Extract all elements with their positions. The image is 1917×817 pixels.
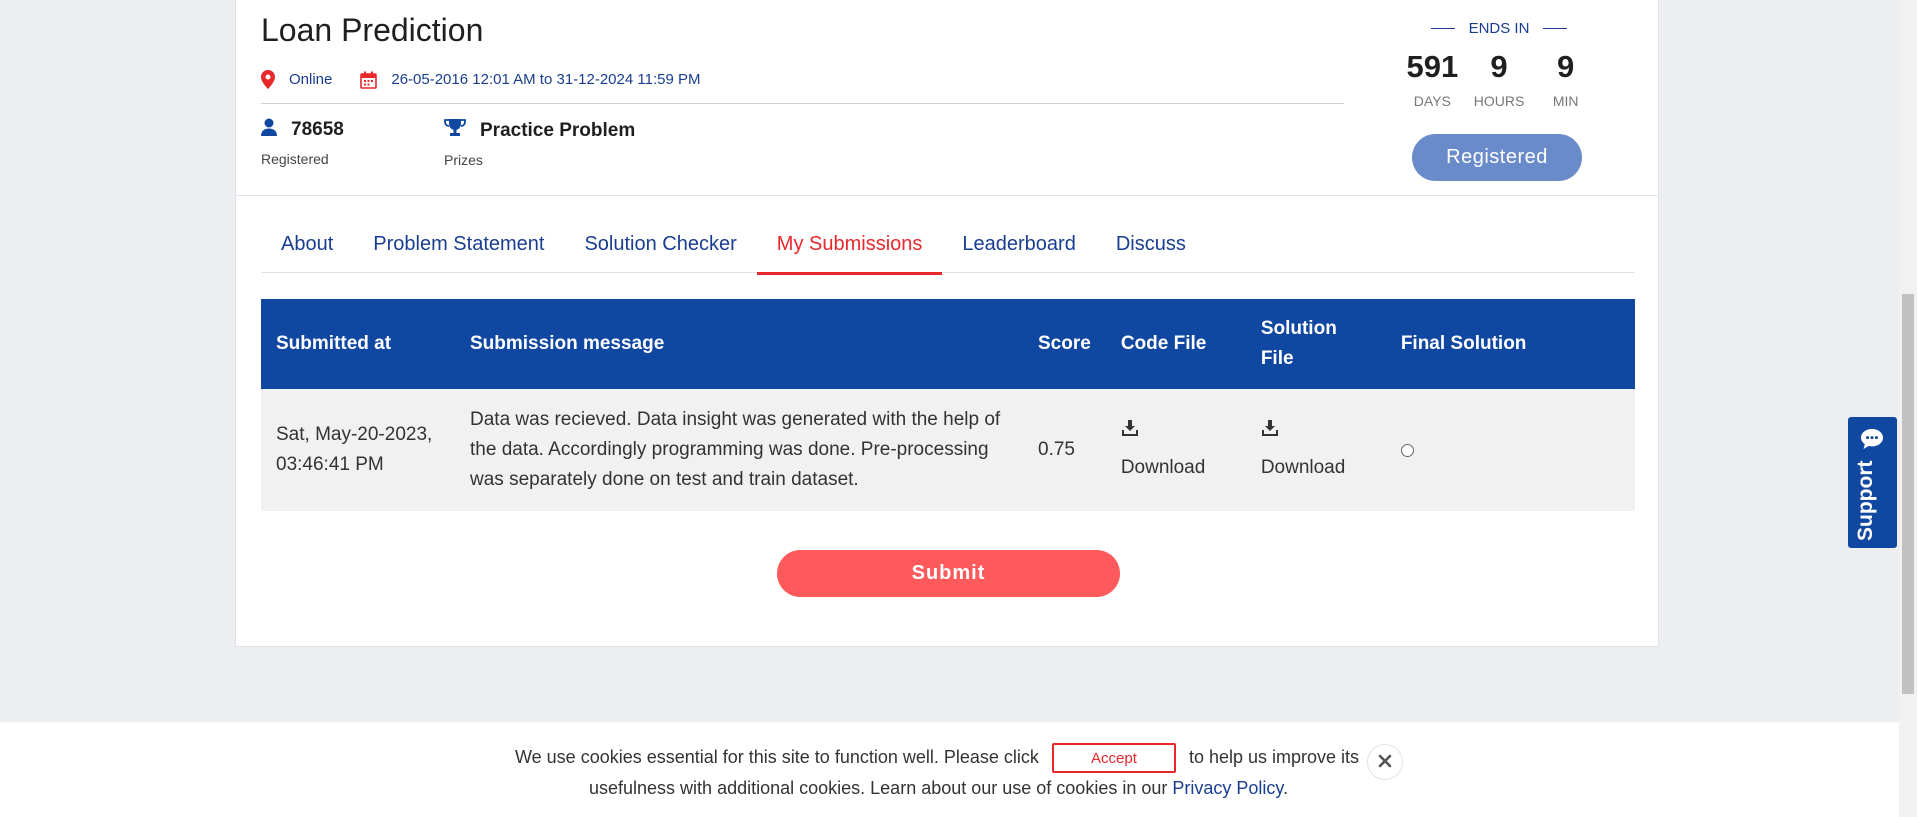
close-icon (1378, 752, 1392, 773)
download-label: Download (1120, 457, 1206, 478)
location-pin-icon (261, 70, 275, 89)
countdown: ENDS IN 591 DAYS 9 HOURS 9 MIN (1399, 20, 1599, 109)
code-file-download-link[interactable]: Download (1121, 417, 1231, 483)
col-solution-file: Solution File (1245, 299, 1386, 389)
countdown-dash-right (1543, 28, 1568, 29)
col-final-solution: Final Solution (1385, 299, 1635, 389)
message-cell: Data was recieved. Data insight was gene… (455, 389, 1023, 511)
support-label: Support (1854, 460, 1877, 541)
tab-problem-statement[interactable]: Problem Statement (353, 227, 564, 265)
support-widget[interactable]: Support (1848, 417, 1897, 548)
countdown-days: 591 DAYS (1406, 49, 1459, 109)
registered-button[interactable]: Registered (1412, 134, 1582, 181)
registered-label: Registered (261, 151, 329, 167)
code-file-cell: Download (1105, 389, 1246, 511)
calendar-icon (360, 71, 378, 89)
col-submission-message: Submission message (455, 299, 1023, 389)
tab-my-submissions[interactable]: My Submissions (756, 227, 943, 275)
page-title: Loan Prediction (261, 12, 484, 48)
accept-cookies-button[interactable]: Accept (1051, 743, 1176, 774)
solution-file-cell: Download (1245, 389, 1386, 511)
registered-count: 78658 (291, 119, 344, 140)
tab-bar: About Problem Statement Solution Checker… (261, 227, 1635, 275)
tab-leaderboard[interactable]: Leaderboard (942, 227, 1095, 265)
contest-meta: Online 26-05-2016 12:01 AM to 31-12-2024… (261, 70, 700, 89)
final-solution-radio[interactable] (1400, 443, 1414, 457)
countdown-hours: 9 HOURS (1473, 49, 1525, 109)
contest-card: Loan Prediction Online 26-05-2016 12:01 … (235, 0, 1659, 647)
close-cookie-button[interactable] (1367, 744, 1403, 780)
prize-label: Prizes (444, 152, 483, 168)
cookie-banner: We use cookies essential for this site t… (0, 722, 1899, 817)
submissions-table: Submitted at Submission message Score Co… (261, 299, 1635, 511)
score-cell: 0.75 (1023, 389, 1106, 511)
solution-file-download-link[interactable]: Download (1261, 417, 1371, 483)
registered-stat: 78658 Registered (261, 118, 344, 167)
countdown-heading: ENDS IN (1468, 20, 1530, 37)
col-code-file: Code File (1105, 299, 1246, 389)
col-score: Score (1023, 299, 1106, 389)
col-submitted-at: Submitted at (261, 299, 455, 389)
scrollbar-thumb[interactable] (1902, 294, 1914, 694)
download-icon (1261, 417, 1371, 447)
user-icon (261, 118, 277, 142)
tab-about[interactable]: About (261, 227, 353, 265)
cookie-text: We use cookies essential for this site t… (515, 742, 1365, 804)
submit-button[interactable]: Submit (777, 550, 1120, 597)
final-solution-cell (1385, 389, 1635, 511)
prize-stat: Practice Problem Prizes (444, 118, 635, 168)
tab-discuss[interactable]: Discuss (1096, 227, 1206, 265)
countdown-minutes: 9 MIN (1552, 49, 1579, 109)
table-header-row: Submitted at Submission message Score Co… (261, 299, 1635, 389)
meta-divider (261, 103, 1344, 104)
trophy-icon (444, 118, 466, 143)
privacy-policy-link[interactable]: Privacy Policy (1172, 778, 1283, 798)
submitted-at-cell: Sat, May-20-2023, 03:46:41 PM (261, 389, 455, 511)
prize-value: Practice Problem (480, 119, 636, 141)
table-row: Sat, May-20-2023, 03:46:41 PM Data was r… (261, 389, 1635, 511)
location-text: Online (289, 71, 333, 88)
download-icon (1121, 417, 1231, 447)
tab-solution-checker[interactable]: Solution Checker (564, 227, 756, 265)
section-divider (236, 195, 1658, 196)
date-range: 26-05-2016 12:01 AM to 31-12-2024 11:59 … (391, 71, 701, 88)
chat-bubble-icon (1860, 428, 1884, 455)
countdown-dash-left (1430, 28, 1455, 29)
download-label: Download (1260, 457, 1346, 478)
